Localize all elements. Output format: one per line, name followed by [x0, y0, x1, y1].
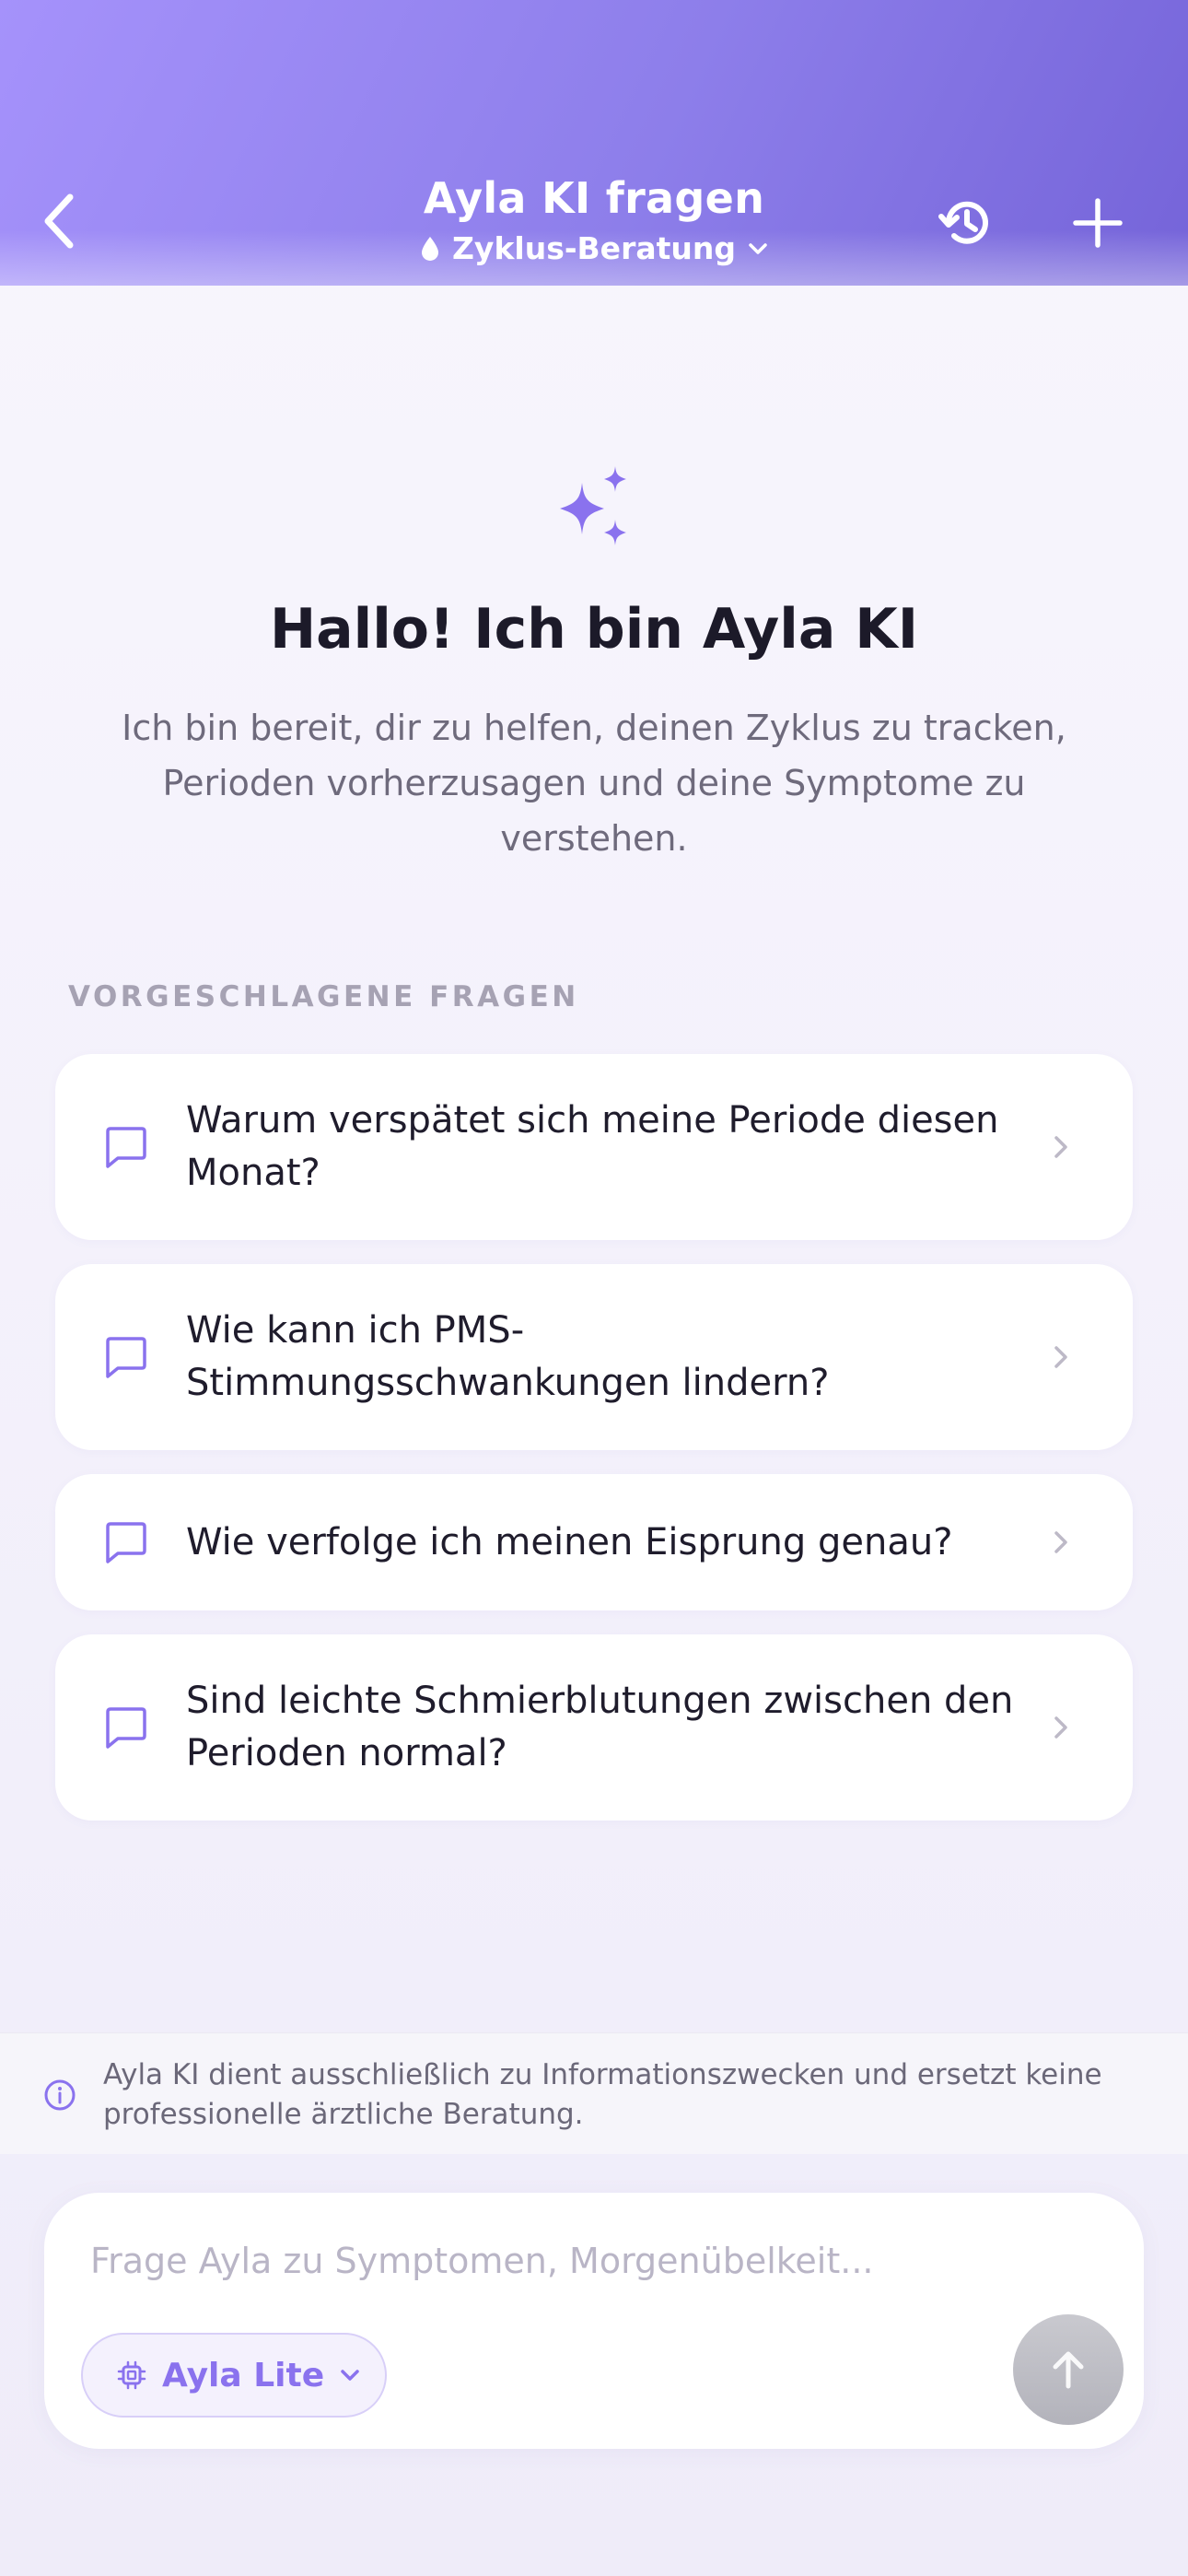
- message-icon: [106, 1337, 146, 1378]
- suggestion-text: Wie verfolge ich meinen Eisprung genau?: [186, 1520, 953, 1563]
- app-header: Ayla KI fragen Zyklus-Beratung: [0, 0, 1188, 286]
- disclaimer-banner: Ayla KI dient ausschließlich zu Informat…: [0, 2032, 1188, 2154]
- chevron-right-icon: [1054, 1531, 1067, 1553]
- page-title: Ayla KI fragen: [423, 173, 765, 223]
- welcome-title: Hallo! Ich bin Ayla KI: [269, 597, 919, 662]
- suggestion-card[interactable]: Wie verfolge ich meinen Eisprung genau?: [55, 1474, 1133, 1610]
- model-label: Ayla Lite: [162, 2356, 325, 2395]
- suggested-questions-label: VORGESCHLAGENE FRAGEN: [68, 980, 579, 1013]
- info-icon: [44, 2079, 76, 2111]
- send-button[interactable]: [1013, 2314, 1124, 2425]
- suggestion-text: Warum verspätet sich meine Periode diese…: [186, 1099, 999, 1194]
- suggestion-text: Wie kann ich PMS-Stimmungsschwankungen l…: [186, 1309, 830, 1404]
- sparkles-icon: [560, 466, 626, 545]
- suggestion-text: Sind leichte Schmierblutungen zwischen d…: [186, 1680, 1014, 1774]
- message-icon: [106, 1127, 146, 1168]
- message-composer: Ayla Lite: [44, 2193, 1144, 2449]
- chevron-down-icon: [749, 242, 767, 254]
- plus-icon: [1073, 198, 1123, 248]
- history-button[interactable]: [936, 192, 998, 254]
- suggestion-card[interactable]: Wie kann ich PMS-Stimmungsschwankungen l…: [55, 1264, 1133, 1450]
- chevron-right-icon: [1054, 1346, 1067, 1368]
- chevron-right-icon: [1054, 1716, 1067, 1739]
- chevron-right-icon: [1054, 1136, 1067, 1158]
- message-icon: [106, 1707, 146, 1749]
- model-selector-button[interactable]: Ayla Lite: [81, 2333, 387, 2418]
- arrow-up-icon: [1053, 2351, 1084, 2389]
- disclaimer-text: Ayla KI dient ausschließlich zu Informat…: [103, 2058, 1102, 2131]
- suggestion-card[interactable]: Sind leichte Schmierblutungen zwischen d…: [55, 1634, 1133, 1821]
- chip-icon: [117, 2360, 146, 2390]
- suggestion-card[interactable]: Warum verspätet sich meine Periode diese…: [55, 1054, 1133, 1240]
- welcome-text: Ich bin bereit, dir zu helfen, deinen Zy…: [122, 708, 1066, 859]
- topic-label: Zyklus-Beratung: [452, 230, 736, 266]
- topic-selector[interactable]: Zyklus-Beratung: [0, 230, 1188, 266]
- message-icon: [106, 1522, 146, 1563]
- message-input[interactable]: [90, 2224, 1011, 2298]
- drop-icon: [422, 236, 438, 261]
- chevron-down-icon: [341, 2370, 359, 2381]
- new-chat-button[interactable]: [1068, 193, 1127, 252]
- history-icon: [938, 201, 988, 244]
